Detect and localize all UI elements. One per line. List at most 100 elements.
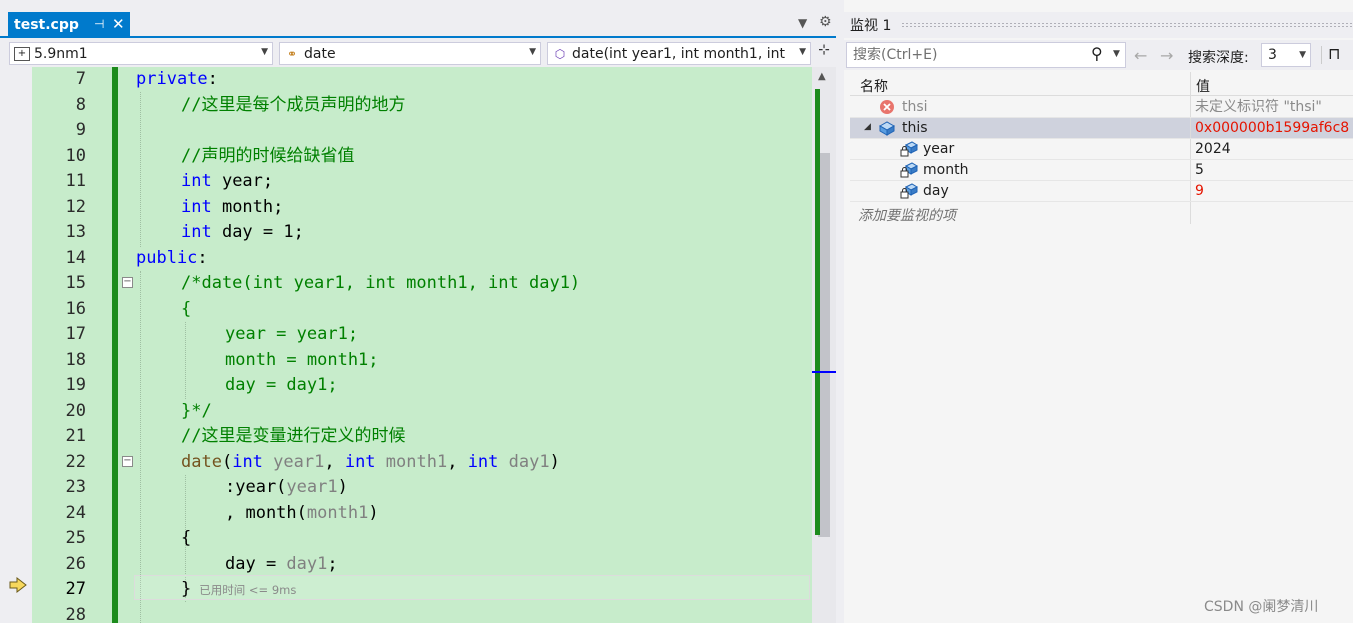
punct: : [207,69,218,89]
comment: day = day1; [225,375,338,395]
project-dropdown[interactable]: + 5.9nm1 ▼ [9,42,273,65]
punct: , [447,451,468,472]
line-number: 20 [65,400,86,421]
code-text: :year( [225,477,287,497]
code-line-18: month = month1; [136,348,379,374]
column-header-name[interactable]: 名称 [860,76,888,96]
member-dropdown[interactable]: ⬡ date(int year1, int month1, int ▼ [547,42,811,65]
code-line-7: private: [136,67,218,93]
watermark: CSDN @阑梦清川 [1204,599,1319,615]
line-number: 10 [65,145,86,166]
keyword: int [467,451,499,472]
watch-name: day [923,183,949,199]
line-number-current: 27 [65,579,86,599]
code-text: { [181,528,192,548]
code-text: day = [225,553,287,574]
tab-test-cpp[interactable]: test.cpp ⊣ ✕ [8,12,130,38]
code-line-14: public: [136,246,208,272]
watch-row-year[interactable]: year 2024 [850,139,1353,160]
line-number: 18 [65,349,86,370]
search-icon[interactable]: ⚲ [1091,44,1103,63]
private-field-icon [900,141,918,157]
punct: : [197,247,208,268]
line-number: 8 [75,94,86,115]
comment: /*date(int year1, int month1, int day1) [181,273,581,293]
code-text: , month( [225,502,307,523]
comment: year = year1; [225,324,359,344]
code-text: } [181,579,192,599]
pane-splitter[interactable] [836,0,844,623]
line-number: 17 [65,324,86,344]
editor-scrollbar[interactable]: ▲ [812,67,836,623]
watch-title: 监视 1 [850,18,892,34]
watch-window: 监视 1 ⚲ ▼ ← → 搜索深度: 3 ▼ ⊓ 名称 值 [844,0,1353,623]
add-watch-item[interactable]: 添加要监视的项 [858,205,956,225]
code-line-19: day = day1; [136,373,338,399]
watch-row-day[interactable]: day 9 [850,181,1353,202]
performance-tip[interactable]: 已用时间 <= 9ms [199,583,296,597]
line-number: 24 [65,502,86,523]
watch-row-thsi[interactable]: thsi 未定义标识符 "thsi" [850,97,1353,118]
search-next-icon[interactable]: → [1160,46,1173,65]
close-tab-icon[interactable]: ✕ [112,15,125,33]
tab-title: test.cpp [14,17,79,33]
code-line-25: { [136,526,191,552]
gear-icon[interactable]: ⚙ [819,14,832,30]
code-text: day = 1; [211,222,304,242]
function-name: date [181,451,222,472]
glyph-margin[interactable] [0,67,32,623]
code-line-26: day = day1; [136,552,338,578]
pin-tab-icon[interactable]: ⊣ [94,17,104,31]
navigation-bar: + 5.9nm1 ▼ ⚭ date ▼ ⬡ date(int year1, in… [0,40,836,67]
code-line-8: //这里是每个成员声明的地方 [136,93,405,119]
ide-window: test.cpp ⊣ ✕ ▼ ⚙ + 5.9nm1 ▼ ⚭ date ▼ ⬡ d… [0,0,1353,623]
split-window-icon[interactable]: ⊹ [814,42,834,65]
punct: ; [327,553,338,574]
scope-label: date [304,45,336,62]
line-number: 28 [65,604,86,623]
keyword: int [181,222,212,242]
search-previous-icon[interactable]: ← [1134,46,1147,65]
parameter: year1 [286,477,338,497]
line-number: 14 [65,247,86,268]
scroll-up-icon[interactable]: ▲ [818,71,826,82]
title-grip [901,22,1353,28]
watch-row-month[interactable]: month 5 [850,160,1353,181]
comment: { [181,298,192,319]
project-icon: + [14,46,30,61]
search-input[interactable] [847,43,1087,67]
watch-value: 9 [1195,183,1204,199]
scrollbar-change-marker [815,89,820,535]
code-line-11: int year; [136,169,273,195]
code-line-24: , month(month1) [136,501,379,527]
grid-header: 名称 值 [850,72,1353,96]
line-number-gutter: 7 8 9 10 11 12 13 14 15 16 17 18 19 20 2… [32,67,92,623]
code-line-13: int day = 1; [136,220,304,246]
code-editor[interactable]: 7 8 9 10 11 12 13 14 15 16 17 18 19 20 2… [0,67,812,623]
watch-title-bar[interactable]: 监视 1 [844,12,1353,38]
project-label: 5.9nm1 [34,45,88,62]
code-line-21: //这里是变量进行定义的时候 [136,424,405,450]
scope-dropdown[interactable]: ⚭ date ▼ [279,42,541,65]
code-line-10: //声明的时候给缺省值 [136,144,354,170]
column-header-value[interactable]: 值 [1196,76,1210,96]
collapse-triangle-icon[interactable]: ◢ [864,122,871,132]
collapse-block-icon[interactable]: − [122,277,133,288]
code-line-20: }*/ [136,399,212,425]
chevron-down-icon[interactable]: ▼ [1113,49,1120,59]
comment: }*/ [181,400,212,421]
pin-icon[interactable]: ⊓ [1328,44,1340,63]
code-line-16: { [136,297,191,323]
line-number: 7 [75,69,86,89]
line-number: 22 [65,451,86,472]
document-tab-strip: test.cpp ⊣ ✕ ▼ ⚙ [0,0,836,38]
search-depth-dropdown[interactable]: 3 ▼ [1261,43,1311,67]
comment: //声明的时候给缺省值 [181,145,355,166]
parameter: day1 [286,553,328,574]
watch-name: year [923,141,955,157]
watch-row-this[interactable]: ◢ this 0x000000b1599af6c8 {ye [850,118,1353,139]
tab-list-dropdown-icon[interactable]: ▼ [798,16,807,30]
line-number: 12 [65,196,86,217]
name-cell: year [850,139,1190,159]
collapse-block-icon[interactable]: − [122,456,133,467]
